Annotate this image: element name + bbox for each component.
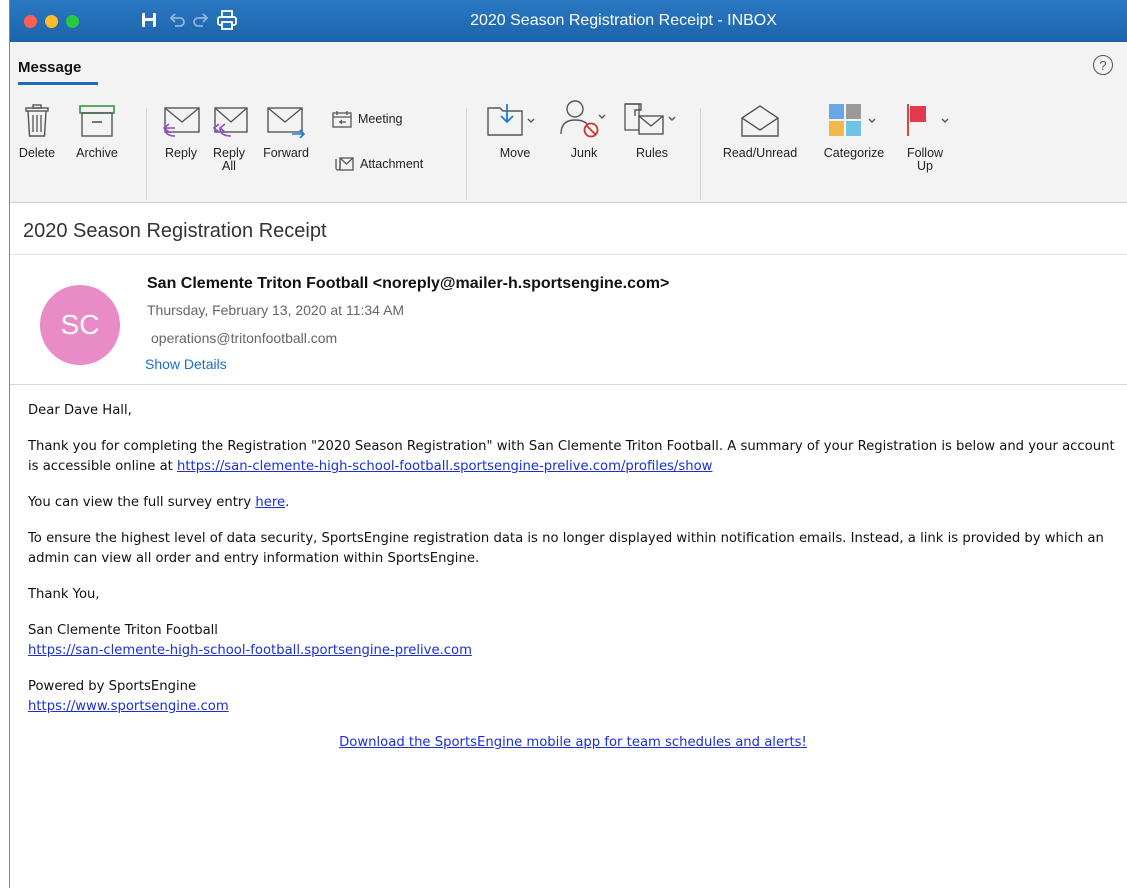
- rules-button[interactable]: Rules: [622, 90, 682, 160]
- app-download-link[interactable]: Download the SportsEngine mobile app for…: [339, 735, 807, 750]
- profile-link[interactable]: https://san-clemente-high-school-footbal…: [177, 459, 712, 474]
- recipient[interactable]: operations@tritonfootball.com: [151, 330, 337, 346]
- tab-message[interactable]: Message: [18, 59, 81, 76]
- title-bar: 2020 Season Registration Receipt - INBOX: [10, 0, 1127, 42]
- body-paragraph: Thank you for completing the Registratio…: [28, 439, 1115, 474]
- move-folder-icon: [486, 90, 544, 138]
- signature: San Clemente Triton Football https://san-…: [28, 623, 472, 658]
- ribbon-toolbar: Delete Archive Reply Reply All Forward M…: [10, 90, 1127, 203]
- ribbon-separator: [466, 108, 467, 200]
- window-title: 2020 Season Registration Receipt - INBOX: [470, 12, 777, 29]
- show-details-link[interactable]: Show Details: [145, 356, 227, 372]
- sent-date: Thursday, February 13, 2020 at 11:34 AM: [147, 302, 405, 318]
- categorize-icon: [823, 90, 885, 138]
- junk-button[interactable]: Junk: [554, 90, 614, 160]
- help-icon[interactable]: ?: [1093, 55, 1113, 75]
- attachment-icon: [335, 157, 354, 171]
- mail-window: 2020 Season Registration Receipt - INBOX…: [9, 0, 1127, 888]
- move-button[interactable]: Move: [484, 90, 546, 160]
- app-download-row: Download the SportsEngine mobile app for…: [28, 733, 1118, 753]
- categorize-button[interactable]: Categorize: [814, 90, 894, 160]
- powered-by: Powered by SportsEngine https://www.sport…: [28, 679, 229, 714]
- ribbon-tab-bar: Message ?: [10, 42, 1127, 90]
- junk-icon: [557, 90, 611, 138]
- ribbon-separator: [146, 108, 147, 200]
- archive-button[interactable]: Archive: [66, 90, 128, 160]
- greeting: Dear Dave Hall,: [28, 403, 132, 418]
- sportsengine-link[interactable]: https://www.sportsengine.com: [28, 699, 229, 714]
- message-subject: 2020 Season Registration Receipt: [23, 220, 327, 242]
- reply-all-button[interactable]: Reply All: [206, 90, 252, 173]
- forward-button[interactable]: Forward: [258, 90, 314, 160]
- reply-icon: [161, 90, 201, 138]
- rules-icon: [623, 90, 681, 138]
- follow-up-button[interactable]: Follow Up: [898, 90, 952, 173]
- tab-message-underline: [18, 82, 98, 85]
- survey-entry-link[interactable]: here: [255, 495, 285, 510]
- avatar: SC: [40, 285, 120, 365]
- meeting-button[interactable]: Meeting: [332, 110, 402, 128]
- delete-button[interactable]: Delete: [14, 90, 60, 160]
- flag-icon: [896, 90, 954, 138]
- message-header: SC San Clemente Triton Football <noreply…: [10, 255, 1127, 385]
- open-envelope-icon: [740, 90, 780, 138]
- body-paragraph: You can view the full survey entry here.: [28, 495, 290, 510]
- organization-link[interactable]: https://san-clemente-high-school-footbal…: [28, 643, 472, 658]
- ribbon-separator: [700, 108, 701, 200]
- sign-off: Thank You,: [28, 587, 100, 602]
- sender[interactable]: San Clemente Triton Football <noreply@ma…: [147, 275, 669, 293]
- trash-icon: [24, 90, 50, 138]
- calendar-icon: [332, 111, 352, 128]
- forward-icon: [266, 90, 306, 138]
- read-unread-button[interactable]: Read/Unread: [714, 90, 806, 160]
- archive-icon: [78, 90, 116, 138]
- message-body: Dear Dave Hall, Thank you for completing…: [10, 385, 1118, 753]
- reply-all-icon: [209, 90, 249, 138]
- body-paragraph: To ensure the highest level of data secu…: [28, 531, 1104, 566]
- reply-button[interactable]: Reply: [158, 90, 204, 160]
- subject-row: 2020 Season Registration Receipt: [10, 203, 1127, 255]
- attachment-button[interactable]: Attachment: [332, 156, 423, 172]
